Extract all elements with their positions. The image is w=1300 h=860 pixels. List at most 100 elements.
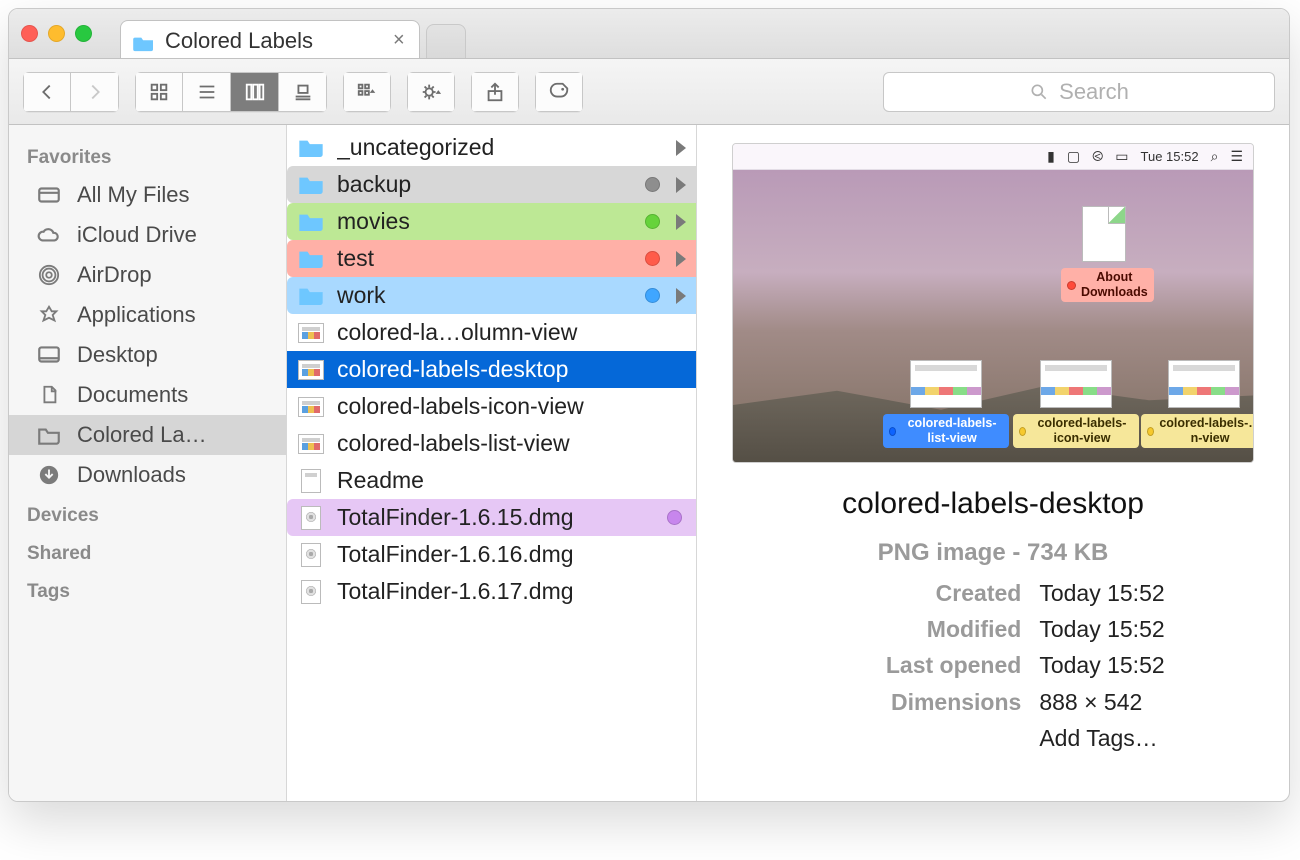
list-item[interactable]: colored-la…olumn-view (287, 314, 696, 351)
sidebar-item-label: Desktop (77, 342, 158, 368)
arrange-button[interactable] (343, 72, 391, 112)
file-name: Readme (337, 467, 686, 494)
file-name: colored-labels-desktop (337, 356, 686, 383)
airdrop-icon (35, 263, 63, 287)
meta-val-modified: Today 15:52 (1039, 613, 1164, 645)
sidebar-item-colored-labels[interactable]: Colored La… (9, 415, 286, 455)
preview-item-label: About Downloads (1081, 270, 1148, 300)
chevron-right-icon (676, 140, 686, 156)
new-tab-button[interactable] (426, 24, 466, 58)
gear-icon[interactable] (407, 72, 455, 112)
sidebar-item-downloads[interactable]: Downloads (9, 455, 286, 495)
documents-icon (35, 383, 63, 407)
list-item[interactable]: test (287, 240, 696, 277)
sidebar-item-icloud-drive[interactable]: iCloud Drive (9, 215, 286, 255)
sidebar-item-label: Colored La… (77, 422, 207, 448)
dmg-file-icon (297, 507, 325, 529)
folder-icon (297, 174, 325, 196)
forward-button[interactable] (71, 72, 119, 112)
sidebar-item-label: All My Files (77, 182, 189, 208)
close-window-button[interactable] (21, 25, 38, 42)
preview-item-label: colored-labels-…n-view (1159, 416, 1254, 446)
minimize-window-button[interactable] (48, 25, 65, 42)
tab-active[interactable]: Colored Labels × (120, 20, 420, 58)
arrange-menu[interactable] (343, 72, 391, 112)
image-file-icon (297, 396, 325, 418)
tag-dot (645, 288, 660, 303)
airplay-icon: ▢ (1067, 148, 1080, 165)
action-menu[interactable] (407, 72, 455, 112)
search-placeholder: Search (1059, 79, 1129, 105)
tag-dot (667, 510, 682, 525)
back-button[interactable] (23, 72, 71, 112)
list-item[interactable]: colored-labels-list-view (287, 425, 696, 462)
finder-icon: ▮ (1047, 148, 1055, 165)
desktop-icon (35, 343, 63, 367)
list-item[interactable]: TotalFinder-1.6.16.dmg (287, 536, 696, 573)
list-item[interactable]: movies (287, 203, 696, 240)
file-name: backup (337, 171, 627, 198)
share-button[interactable] (471, 72, 519, 112)
file-name: test (337, 245, 627, 272)
image-file-icon (910, 360, 982, 408)
list-item[interactable]: backup (287, 166, 696, 203)
column-view-button[interactable] (231, 72, 279, 112)
file-name: colored-labels-icon-view (337, 393, 686, 420)
document-icon (1082, 206, 1126, 262)
file-name: TotalFinder-1.6.17.dmg (337, 578, 686, 605)
chevron-right-icon (676, 288, 686, 304)
downloads-icon (35, 463, 63, 487)
folder-icon (297, 285, 325, 307)
meta-key-dimensions: Dimensions (821, 686, 1021, 718)
toolbar: Search (9, 59, 1289, 125)
sidebar-item-desktop[interactable]: Desktop (9, 335, 286, 375)
tab-close-icon[interactable]: × (393, 29, 405, 52)
list-item[interactable]: TotalFinder-1.6.17.dmg (287, 573, 696, 610)
folder-icon (297, 248, 325, 270)
list-item[interactable]: colored-labels-desktop (287, 351, 696, 388)
sidebar-item-label: Downloads (77, 462, 186, 488)
sidebar-item-documents[interactable]: Documents (9, 375, 286, 415)
search-input[interactable]: Search (883, 72, 1275, 112)
meta-val-dimensions: 888 × 542 (1039, 686, 1164, 718)
icon-view-button[interactable] (135, 72, 183, 112)
share-icon[interactable] (471, 72, 519, 112)
add-tags-link[interactable]: Add Tags… (1039, 722, 1164, 754)
sidebar-item-all-my-files[interactable]: All My Files (9, 175, 286, 215)
preview-type-size: PNG image - 734 KB (878, 539, 1109, 567)
preview-metadata: Created Today 15:52 Modified Today 15:52… (821, 577, 1164, 754)
sidebar-item-applications[interactable]: Applications (9, 295, 286, 335)
titlebar: Colored Labels × (9, 9, 1289, 59)
meta-key-modified: Modified (821, 613, 1021, 645)
file-column: _uncategorized backup movies test (287, 125, 697, 801)
coverflow-view-button[interactable] (279, 72, 327, 112)
list-item[interactable]: TotalFinder-1.6.15.dmg (287, 499, 696, 536)
list-item[interactable]: work (287, 277, 696, 314)
preview-menubar: ▮ ▢ ⧀ ▭ Tue 15:52 ⌕ ☰ (733, 144, 1253, 170)
preview-desktop-item-column: colored-labels-…n-view (1141, 360, 1254, 448)
sidebar: Favorites All My Files iCloud Drive AirD… (9, 125, 287, 801)
folder-icon (297, 137, 325, 159)
tags-button[interactable] (535, 72, 583, 112)
icloud-icon (35, 223, 63, 247)
sidebar-item-airdrop[interactable]: AirDrop (9, 255, 286, 295)
sidebar-section-shared: Shared (9, 533, 286, 571)
list-item[interactable]: _uncategorized (287, 129, 696, 166)
tab-title: Colored Labels (165, 28, 313, 54)
tag-dot (645, 251, 660, 266)
preview-thumbnail: ▮ ▢ ⧀ ▭ Tue 15:52 ⌕ ☰ About Downloads (732, 143, 1254, 463)
tag-icon[interactable] (535, 72, 583, 112)
list-item[interactable]: colored-labels-icon-view (287, 388, 696, 425)
image-file-icon (297, 359, 325, 381)
meta-val-created: Today 15:52 (1039, 577, 1164, 609)
file-name: movies (337, 208, 627, 235)
list-item[interactable]: Readme (287, 462, 696, 499)
fullscreen-window-button[interactable] (75, 25, 92, 42)
battery-icon: ▭ (1115, 148, 1128, 165)
sidebar-item-label: Documents (77, 382, 188, 408)
preview-title: colored-labels-desktop (842, 487, 1144, 521)
image-file-icon (297, 433, 325, 455)
list-view-button[interactable] (183, 72, 231, 112)
applications-icon (35, 303, 63, 327)
file-name: _uncategorized (337, 134, 664, 161)
